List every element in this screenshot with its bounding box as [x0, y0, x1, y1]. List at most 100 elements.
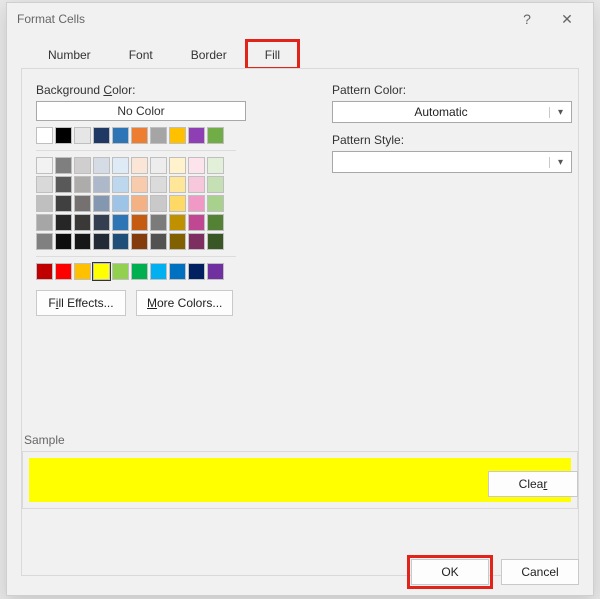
color-swatch[interactable]	[112, 263, 129, 280]
color-swatch[interactable]	[36, 233, 53, 250]
color-swatch[interactable]	[207, 214, 224, 231]
cancel-button[interactable]: Cancel	[501, 559, 579, 585]
pattern-color-dropdown[interactable]: Automatic ▾	[332, 101, 572, 123]
ok-button[interactable]: OK	[411, 559, 489, 585]
color-swatch[interactable]	[188, 127, 205, 144]
separator	[36, 256, 236, 257]
color-swatch[interactable]	[188, 176, 205, 193]
fill-effects-button[interactable]: Fill Effects...	[36, 290, 126, 316]
color-swatch[interactable]	[169, 214, 186, 231]
color-swatch[interactable]	[207, 263, 224, 280]
pattern-color-label: Pattern Color:	[332, 83, 572, 97]
color-swatch[interactable]	[112, 157, 129, 174]
color-swatch[interactable]	[55, 127, 72, 144]
pattern-color-value: Automatic	[333, 105, 549, 119]
color-swatch[interactable]	[112, 233, 129, 250]
fill-buttons-row: Fill Effects... More Colors...	[36, 290, 564, 316]
color-swatch[interactable]	[74, 214, 91, 231]
color-swatch[interactable]	[74, 157, 91, 174]
color-swatch[interactable]	[36, 195, 53, 212]
pattern-style-label: Pattern Style:	[332, 133, 572, 147]
color-swatch[interactable]	[112, 195, 129, 212]
chevron-down-icon: ▾	[549, 107, 571, 118]
help-button[interactable]: ?	[507, 3, 547, 35]
tab-border[interactable]: Border	[172, 40, 246, 69]
color-swatch[interactable]	[207, 157, 224, 174]
color-swatch[interactable]	[131, 176, 148, 193]
color-swatch[interactable]	[150, 195, 167, 212]
color-swatch[interactable]	[131, 263, 148, 280]
color-swatch[interactable]	[188, 233, 205, 250]
titlebar: Format Cells ? ✕	[7, 3, 593, 35]
color-swatch[interactable]	[207, 176, 224, 193]
color-swatch[interactable]	[93, 263, 110, 280]
color-swatch[interactable]	[131, 214, 148, 231]
window-title: Format Cells	[17, 12, 507, 26]
color-swatch[interactable]	[131, 127, 148, 144]
color-swatch[interactable]	[74, 263, 91, 280]
tab-strip: NumberFontBorderFill	[29, 39, 593, 68]
standard-color-row	[36, 263, 564, 280]
color-swatch[interactable]	[169, 195, 186, 212]
color-swatch[interactable]	[93, 195, 110, 212]
color-swatch[interactable]	[93, 233, 110, 250]
separator	[36, 150, 236, 151]
format-cells-dialog: Format Cells ? ✕ NumberFontBorderFill Ba…	[6, 2, 594, 596]
color-swatch[interactable]	[150, 263, 167, 280]
no-color-button[interactable]: No Color	[36, 101, 246, 121]
color-swatch[interactable]	[112, 214, 129, 231]
color-swatch[interactable]	[169, 157, 186, 174]
color-swatch[interactable]	[150, 233, 167, 250]
color-swatch[interactable]	[188, 263, 205, 280]
color-swatch[interactable]	[55, 214, 72, 231]
color-swatch[interactable]	[55, 157, 72, 174]
color-swatch[interactable]	[55, 176, 72, 193]
color-swatch[interactable]	[150, 176, 167, 193]
color-swatch[interactable]	[169, 176, 186, 193]
color-swatch[interactable]	[112, 127, 129, 144]
color-swatch[interactable]	[207, 195, 224, 212]
pattern-style-dropdown[interactable]: ▾	[332, 151, 572, 173]
color-swatch[interactable]	[188, 195, 205, 212]
clear-button[interactable]: Clear	[488, 471, 578, 497]
color-swatch[interactable]	[55, 233, 72, 250]
color-swatch[interactable]	[36, 176, 53, 193]
color-swatch[interactable]	[74, 176, 91, 193]
color-swatch[interactable]	[169, 233, 186, 250]
color-swatch[interactable]	[188, 157, 205, 174]
color-swatch[interactable]	[131, 157, 148, 174]
color-swatch[interactable]	[131, 233, 148, 250]
tab-fill[interactable]: Fill	[246, 40, 299, 69]
color-swatch[interactable]	[74, 127, 91, 144]
color-swatch[interactable]	[150, 127, 167, 144]
color-swatch[interactable]	[93, 157, 110, 174]
color-swatch[interactable]	[207, 127, 224, 144]
color-swatch[interactable]	[112, 176, 129, 193]
color-swatch[interactable]	[74, 233, 91, 250]
sample-label: Sample	[24, 433, 578, 447]
color-swatch[interactable]	[36, 263, 53, 280]
color-swatch[interactable]	[74, 195, 91, 212]
fill-panel: Background Color: No Color Fill Effects.…	[21, 68, 579, 576]
color-swatch[interactable]	[55, 195, 72, 212]
close-button[interactable]: ✕	[547, 3, 587, 35]
color-swatch[interactable]	[207, 233, 224, 250]
color-swatch[interactable]	[36, 214, 53, 231]
color-swatch[interactable]	[36, 127, 53, 144]
chevron-down-icon: ▾	[549, 157, 571, 168]
color-swatch[interactable]	[150, 214, 167, 231]
color-swatch[interactable]	[93, 214, 110, 231]
color-swatch[interactable]	[188, 214, 205, 231]
color-swatch[interactable]	[150, 157, 167, 174]
more-colors-button[interactable]: More Colors...	[136, 290, 233, 316]
color-swatch[interactable]	[55, 263, 72, 280]
tab-number[interactable]: Number	[29, 40, 110, 69]
right-column: Pattern Color: Automatic ▾ Pattern Style…	[332, 83, 572, 183]
color-swatch[interactable]	[131, 195, 148, 212]
color-swatch[interactable]	[169, 127, 186, 144]
color-swatch[interactable]	[93, 176, 110, 193]
color-swatch[interactable]	[169, 263, 186, 280]
tab-font[interactable]: Font	[110, 40, 172, 69]
color-swatch[interactable]	[36, 157, 53, 174]
color-swatch[interactable]	[93, 127, 110, 144]
